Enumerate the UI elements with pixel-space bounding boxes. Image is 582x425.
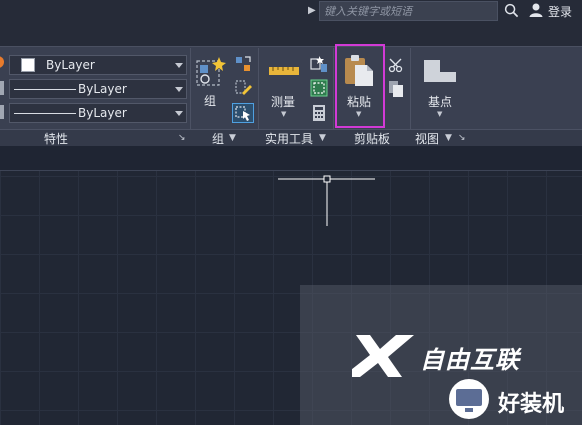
view-panel-title[interactable]: 视图 [415, 130, 439, 147]
properties-dialog-launcher-icon[interactable]: ↘ [178, 133, 186, 143]
layer-color-icon [0, 56, 4, 68]
login-link[interactable]: 登录 [548, 3, 572, 20]
lineweight-dropdown[interactable]: ByLayer [9, 103, 187, 123]
chevron-down-icon [175, 63, 183, 68]
color-dropdown-value: ByLayer [46, 58, 95, 72]
crosshair-cursor-icon [278, 175, 375, 226]
color-swatch [21, 58, 35, 72]
title-bar: ▶ 登录 [0, 0, 582, 46]
base-point-icon[interactable] [422, 58, 458, 84]
utilities-panel-title-bar[interactable]: 实用工具 [265, 130, 313, 147]
ungroup-icon[interactable] [234, 55, 252, 73]
base-point-button-label[interactable]: 基点 [428, 93, 452, 110]
copy-icon[interactable] [388, 80, 404, 98]
watermark-x-logo-icon [352, 335, 414, 377]
search-input[interactable] [320, 2, 497, 20]
group-selection-icon[interactable] [232, 103, 254, 123]
linetype-preview [14, 89, 76, 90]
linetype-dropdown[interactable]: ByLayer [9, 79, 187, 99]
user-icon[interactable] [528, 2, 544, 18]
paste-icon[interactable] [343, 53, 375, 87]
group-icon[interactable] [195, 55, 227, 89]
groups-panel-expand-icon[interactable]: ▼ [229, 133, 236, 143]
groups-panel-title-bar[interactable]: 组 [212, 130, 224, 147]
lineweight-dropdown-value: ByLayer [78, 106, 127, 120]
quick-select-icon[interactable] [310, 55, 328, 73]
canvas-top-border [0, 170, 582, 171]
chevron-down-icon [175, 87, 183, 92]
linetype-icon [0, 81, 4, 95]
search-icon[interactable] [504, 3, 519, 18]
lineweight-icon [0, 105, 4, 119]
linetype-dropdown-value: ByLayer [78, 82, 127, 96]
watermark-monitor-logo-icon [449, 379, 489, 419]
cut-icon[interactable] [388, 57, 404, 73]
paste-caret-icon[interactable]: ▼ [356, 110, 361, 118]
measure-caret-icon[interactable]: ▼ [281, 110, 286, 118]
group-edit-icon[interactable] [234, 79, 252, 97]
color-dropdown[interactable]: ByLayer [9, 55, 187, 75]
base-point-caret-icon[interactable]: ▼ [437, 110, 442, 118]
clipboard-panel-title-bar: 剪贴板 [354, 132, 391, 146]
view-dialog-launcher-icon[interactable]: ↘ [458, 133, 466, 143]
measure-button-label[interactable]: 测量 [271, 93, 295, 110]
calculator-icon[interactable] [312, 104, 326, 122]
watermark-brand-top: 自由互联 [420, 346, 520, 374]
watermark-brand-bottom: 好装机 [498, 392, 565, 417]
utilities-panel-expand-icon[interactable]: ▼ [319, 133, 326, 143]
view-panel-expand-icon[interactable]: ▼ [445, 133, 452, 143]
chevron-down-icon [175, 111, 183, 116]
select-all-icon[interactable] [310, 79, 328, 97]
file-tab-strip [0, 146, 582, 170]
expand-arrow-icon[interactable]: ▶ [308, 5, 316, 16]
properties-panel-title: 特性 [44, 132, 69, 146]
search-box[interactable] [319, 1, 498, 21]
lineweight-preview [14, 113, 76, 114]
measure-icon[interactable] [268, 62, 300, 78]
paste-button-label[interactable]: 粘贴 [347, 93, 371, 110]
group-button-label[interactable]: 组 [204, 92, 216, 109]
